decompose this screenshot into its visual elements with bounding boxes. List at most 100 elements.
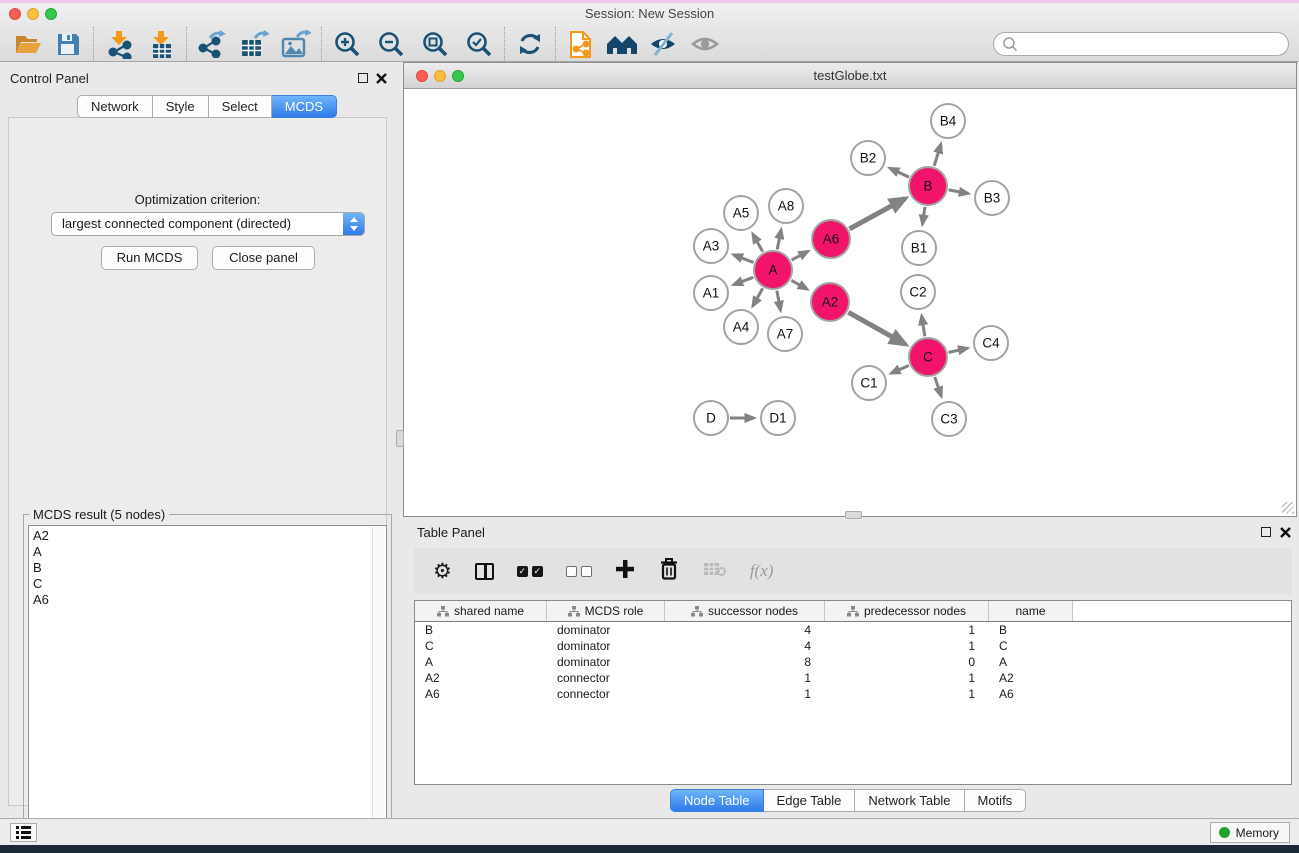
run-mcds-button[interactable]: Run MCDS [101,246,198,270]
graph-edge-C-C3[interactable] [935,377,942,396]
graph-node-A1[interactable]: A1 [694,276,728,310]
tab-network-table[interactable]: Network Table [855,789,964,812]
table-cell[interactable]: A [989,655,1073,669]
zoom-in-icon[interactable] [331,28,363,60]
graph-node-B1[interactable]: B1 [902,231,936,265]
table-row[interactable]: Adominator80A [415,654,1291,670]
import-network-icon[interactable] [103,28,135,60]
table-cell[interactable]: C [989,639,1073,653]
zoom-selected-icon[interactable] [463,28,495,60]
zoom-fit-icon[interactable] [419,28,451,60]
table-cell[interactable]: 1 [825,687,989,701]
graph-node-A7[interactable]: A7 [768,317,802,351]
network-canvas[interactable]: B4B2BB3A8A5A6A3B1AA1C2A2A4A7C4CC1C3DD1 [404,90,1296,516]
zoom-out-icon[interactable] [375,28,407,60]
graph-edge-A-A4[interactable] [753,288,763,306]
graph-edge-A2-C[interactable] [848,312,905,344]
window-resize-grip[interactable] [1282,502,1294,514]
column-header-shared-name[interactable]: shared name [415,601,547,621]
table-cell[interactable]: B [989,623,1073,637]
graph-edge-C-C1[interactable] [891,365,909,373]
table-cell[interactable]: 1 [825,639,989,653]
delete-table-icon[interactable] [703,561,727,582]
graph-node-B2[interactable]: B2 [851,141,885,175]
graph-edge-A-A5[interactable] [753,234,763,252]
deselect-all-columns-icon[interactable] [566,566,592,577]
graph-node-A8[interactable]: A8 [769,189,803,223]
graph-edge-A-A1[interactable] [734,277,754,284]
function-builder-icon[interactable]: f(x) [750,561,774,581]
tab-node-table[interactable]: Node Table [670,789,764,812]
table-cell[interactable]: 1 [825,623,989,637]
table-cell[interactable]: dominator [547,655,665,669]
graph-node-A5[interactable]: A5 [724,196,758,230]
column-header-name[interactable]: name [989,601,1073,621]
refresh-layout-icon[interactable] [514,28,546,60]
table-cell[interactable]: 8 [665,655,825,669]
graph-node-C4[interactable]: C4 [974,326,1008,360]
table-settings-icon[interactable]: ⚙ [433,561,452,582]
tab-motifs[interactable]: Motifs [965,789,1027,812]
graph-edge-A-A3[interactable] [733,255,753,263]
graph-edge-B-B2[interactable] [890,168,909,177]
tab-select[interactable]: Select [209,95,272,118]
close-panel-button[interactable]: Close panel [212,246,315,270]
first-neighbors-icon[interactable] [605,28,637,60]
tab-edge-table[interactable]: Edge Table [764,789,856,812]
graph-edge-A-A7[interactable] [777,291,781,311]
graph-node-A3[interactable]: A3 [694,229,728,263]
table-cell[interactable]: 0 [825,655,989,669]
split-view-icon[interactable] [475,563,494,580]
show-all-icon[interactable] [689,28,721,60]
mcds-result-item[interactable]: A [33,544,386,560]
mcds-result-item[interactable]: A6 [33,592,386,608]
export-network-icon[interactable] [196,28,228,60]
close-panel-icon[interactable] [376,73,387,84]
graph-node-C1[interactable]: C1 [852,366,886,400]
graph-node-A[interactable]: A [754,251,792,289]
table-row[interactable]: A6connector11A6 [415,686,1291,702]
graph-node-D1[interactable]: D1 [761,401,795,435]
table-cell[interactable]: dominator [547,639,665,653]
mcds-result-item[interactable]: C [33,576,386,592]
table-row[interactable]: A2connector11A2 [415,670,1291,686]
column-header-successor-nodes[interactable]: successor nodes [665,601,825,621]
table-cell[interactable]: A6 [989,687,1073,701]
graph-edge-C-C2[interactable] [922,316,925,337]
table-cell[interactable]: connector [547,671,665,685]
table-cell[interactable]: 1 [825,671,989,685]
graph-node-C2[interactable]: C2 [901,275,935,309]
graph-edge-B-B1[interactable] [922,207,925,224]
save-session-icon[interactable] [52,28,84,60]
table-cell[interactable]: connector [547,687,665,701]
graph-edge-A6-B[interactable] [849,198,905,228]
tab-network[interactable]: Network [77,95,153,118]
table-row[interactable]: Bdominator41B [415,622,1291,638]
table-cell[interactable]: C [415,639,547,653]
graph-node-C3[interactable]: C3 [932,402,966,436]
column-header-predecessor-nodes[interactable]: predecessor nodes [825,601,989,621]
graph-node-B[interactable]: B [909,167,947,205]
graph-edge-C-C4[interactable] [948,348,967,352]
column-header-MCDS-role[interactable]: MCDS role [547,601,665,621]
tab-mcds[interactable]: MCDS [272,95,337,118]
graph-edge-B-B3[interactable] [949,190,969,194]
horizontal-splitter-handle[interactable] [845,511,862,519]
close-table-panel-icon[interactable] [1280,527,1291,538]
hide-selected-icon[interactable] [647,28,679,60]
export-table-icon[interactable] [238,28,270,60]
float-table-panel-icon[interactable] [1261,527,1271,537]
close-network-window-button[interactable] [416,70,428,82]
table-cell[interactable]: A [415,655,547,669]
table-cell[interactable]: dominator [547,623,665,637]
table-cell[interactable]: 1 [665,687,825,701]
memory-button[interactable]: Memory [1210,822,1290,843]
graph-edge-B-B4[interactable] [934,144,941,166]
graph-node-C[interactable]: C [909,338,947,376]
result-scrollbar[interactable] [372,527,385,848]
graph-node-B4[interactable]: B4 [931,104,965,138]
add-column-icon[interactable] [615,559,635,584]
open-session-icon[interactable] [12,28,44,60]
table-row[interactable]: Cdominator41C [415,638,1291,654]
import-table-icon[interactable] [145,28,177,60]
